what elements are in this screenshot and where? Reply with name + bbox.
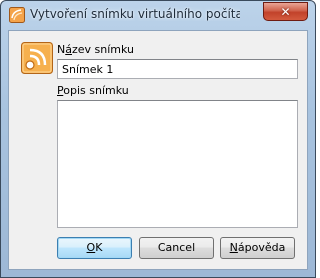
ok-button[interactable]: OK xyxy=(57,237,132,259)
title-bar[interactable]: Vytvoření snímku virtuálního počítače ✕ xyxy=(1,1,315,29)
help-button[interactable]: Nápověda xyxy=(220,237,295,259)
window-title: Vytvoření snímku virtuálního počítače xyxy=(30,7,240,21)
close-button[interactable]: ✕ xyxy=(263,2,308,21)
snapshot-name-input[interactable] xyxy=(57,59,298,79)
close-icon: ✕ xyxy=(280,4,291,19)
snapshot-description-label: Popis snímku xyxy=(57,84,129,97)
dialog-window: Vytvoření snímku virtuálního počítače ✕ … xyxy=(0,0,316,278)
snapshot-name-label: Název snímku xyxy=(57,43,135,56)
snapshot-icon xyxy=(21,42,53,74)
snapshot-description-textarea[interactable] xyxy=(57,100,298,228)
cancel-button[interactable]: Cancel xyxy=(139,237,214,259)
dialog-content: Název snímku Popis snímku OK Cancel Nápo… xyxy=(8,30,308,270)
virtualbox-icon xyxy=(9,7,25,23)
